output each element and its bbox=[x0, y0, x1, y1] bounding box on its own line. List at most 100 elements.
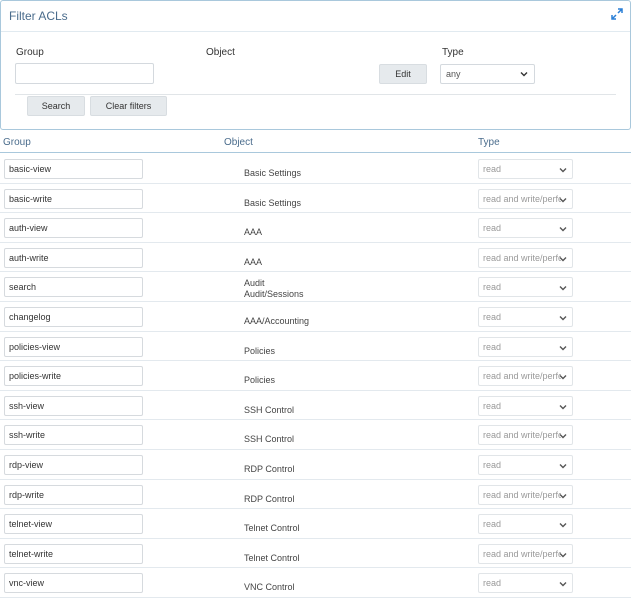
chevron-down-icon bbox=[559, 463, 567, 469]
type-select[interactable]: read bbox=[478, 306, 573, 327]
type-value: read bbox=[483, 400, 502, 411]
type-select[interactable]: read bbox=[478, 159, 573, 179]
object-label: Object bbox=[206, 47, 235, 58]
group-name-input[interactable]: telnet-view bbox=[4, 514, 143, 535]
type-value: read bbox=[483, 282, 502, 293]
type-value: read bbox=[483, 311, 502, 322]
type-filter-select[interactable]: any bbox=[440, 64, 535, 84]
column-header-group: Group bbox=[3, 137, 31, 148]
table-row: policies-view Policies read bbox=[0, 332, 631, 362]
type-select[interactable]: read and write/perform bbox=[478, 188, 573, 209]
object-cell: RDP Control bbox=[244, 494, 294, 505]
object-name: AAA bbox=[244, 227, 263, 238]
type-select[interactable]: read bbox=[478, 395, 573, 416]
type-value: read and write/perform bbox=[483, 193, 561, 204]
group-name-input[interactable]: ssh-write bbox=[4, 425, 143, 446]
chevron-down-icon bbox=[559, 404, 567, 410]
type-value: read bbox=[483, 223, 502, 234]
group-name-input[interactable]: auth-view bbox=[4, 218, 143, 239]
table-row: vnc-view VNC Control read bbox=[0, 568, 631, 598]
table-row: changelog AAA/Accounting read bbox=[0, 302, 631, 332]
type-select[interactable]: read and write/perform bbox=[478, 425, 573, 446]
object-cell: Basic Settings bbox=[244, 198, 301, 209]
chevron-down-icon bbox=[559, 315, 567, 321]
type-select[interactable]: read bbox=[478, 336, 573, 357]
group-name-input[interactable]: basic-view bbox=[4, 159, 143, 179]
group-name-input[interactable]: changelog bbox=[4, 306, 143, 327]
group-name-input[interactable]: rdp-write bbox=[4, 484, 143, 505]
object-cell: AAA bbox=[244, 227, 262, 238]
object-name: Audit bbox=[244, 278, 265, 289]
table-row: ssh-view SSH Control read bbox=[0, 391, 631, 421]
object-cell: Telnet Control bbox=[244, 523, 300, 534]
type-select[interactable]: read bbox=[478, 218, 573, 239]
object-name: SSH Control bbox=[244, 404, 295, 415]
group-name-input[interactable]: vnc-view bbox=[4, 573, 143, 594]
object-cell: Policies bbox=[244, 375, 275, 386]
object-name: Telnet Control bbox=[244, 552, 300, 563]
type-value: read and write/perform bbox=[483, 548, 561, 559]
object-name: RDP Control bbox=[244, 463, 295, 474]
type-select[interactable]: read bbox=[478, 573, 573, 594]
chevron-down-icon bbox=[559, 582, 567, 587]
chevron-down-icon bbox=[520, 72, 528, 77]
type-label: Type bbox=[442, 47, 464, 58]
acl-table-body: basic-view Basic Settings read basic-write B… bbox=[0, 154, 631, 598]
type-value: read bbox=[483, 164, 502, 174]
object-cell: AAA/Accounting bbox=[244, 316, 309, 327]
type-select[interactable]: read and write/perform bbox=[478, 247, 573, 268]
type-select[interactable]: read bbox=[478, 454, 573, 475]
object-cell: SSH Control bbox=[244, 405, 294, 416]
object-cell: Audit Audit/Sessions bbox=[244, 278, 304, 300]
collapse-arrows-icon[interactable] bbox=[610, 7, 624, 21]
filter-divider bbox=[1, 31, 630, 32]
table-row: basic-write Basic Settings read and write/… bbox=[0, 184, 631, 214]
object-name: Basic Settings bbox=[244, 197, 302, 208]
group-name-input[interactable]: policies-view bbox=[4, 336, 143, 357]
group-name-input[interactable]: ssh-view bbox=[4, 395, 143, 416]
object-name: AAA bbox=[244, 256, 263, 267]
column-header-type: Type bbox=[478, 137, 500, 148]
object-name: VNC Control bbox=[244, 582, 295, 593]
chevron-down-icon bbox=[559, 523, 567, 528]
object-name: AAA/Accounting bbox=[244, 315, 310, 326]
table-row: auth-write AAA read and write/perform bbox=[0, 243, 631, 273]
group-name-input[interactable]: rdp-view bbox=[4, 454, 143, 475]
type-select[interactable]: read bbox=[478, 277, 573, 298]
chevron-down-icon bbox=[559, 197, 567, 203]
type-value: read and write/perform bbox=[483, 371, 561, 382]
group-name-input[interactable]: search bbox=[4, 277, 143, 298]
chevron-down-icon bbox=[559, 168, 567, 173]
type-select[interactable]: read bbox=[478, 514, 573, 535]
table-row: telnet-view Telnet Control read bbox=[0, 509, 631, 539]
group-filter-input[interactable] bbox=[15, 63, 154, 84]
object-cell: AAA bbox=[244, 257, 262, 268]
table-row: rdp-write RDP Control read and write/perfo… bbox=[0, 480, 631, 510]
chevron-down-icon bbox=[559, 434, 567, 439]
clear-filters-button[interactable]: Clear filters bbox=[90, 96, 167, 116]
type-select[interactable]: read and write/perform bbox=[478, 366, 573, 387]
table-row: auth-view AAA read bbox=[0, 213, 631, 243]
table-row: search Audit Audit/Sessions read bbox=[0, 272, 631, 302]
table-row: policies-write Policies read and write/per… bbox=[0, 361, 631, 391]
type-select[interactable]: read and write/perform bbox=[478, 484, 573, 505]
type-value: read bbox=[483, 341, 502, 352]
object-cell: RDP Control bbox=[244, 464, 294, 475]
group-name-input[interactable]: basic-write bbox=[4, 188, 143, 209]
type-select[interactable]: read and write/perform bbox=[478, 543, 573, 564]
object-cell: Telnet Control bbox=[244, 553, 300, 564]
chevron-down-icon bbox=[559, 375, 567, 380]
chevron-down-icon bbox=[559, 345, 567, 351]
edit-button[interactable]: Edit bbox=[379, 64, 427, 84]
group-name-input[interactable]: policies-write bbox=[4, 366, 143, 387]
table-header: Group Object Type bbox=[0, 131, 631, 153]
search-button[interactable]: Search bbox=[27, 96, 85, 116]
group-name-input[interactable]: auth-write bbox=[4, 247, 143, 268]
object-cell: Policies bbox=[244, 346, 275, 357]
chevron-down-icon bbox=[559, 256, 567, 262]
column-header-object: Object bbox=[224, 137, 253, 148]
object-name: SSH Control bbox=[244, 434, 295, 445]
type-value: read and write/perform bbox=[483, 430, 561, 441]
object-name-secondary: Audit/Sessions bbox=[244, 289, 304, 300]
group-name-input[interactable]: telnet-write bbox=[4, 543, 143, 564]
